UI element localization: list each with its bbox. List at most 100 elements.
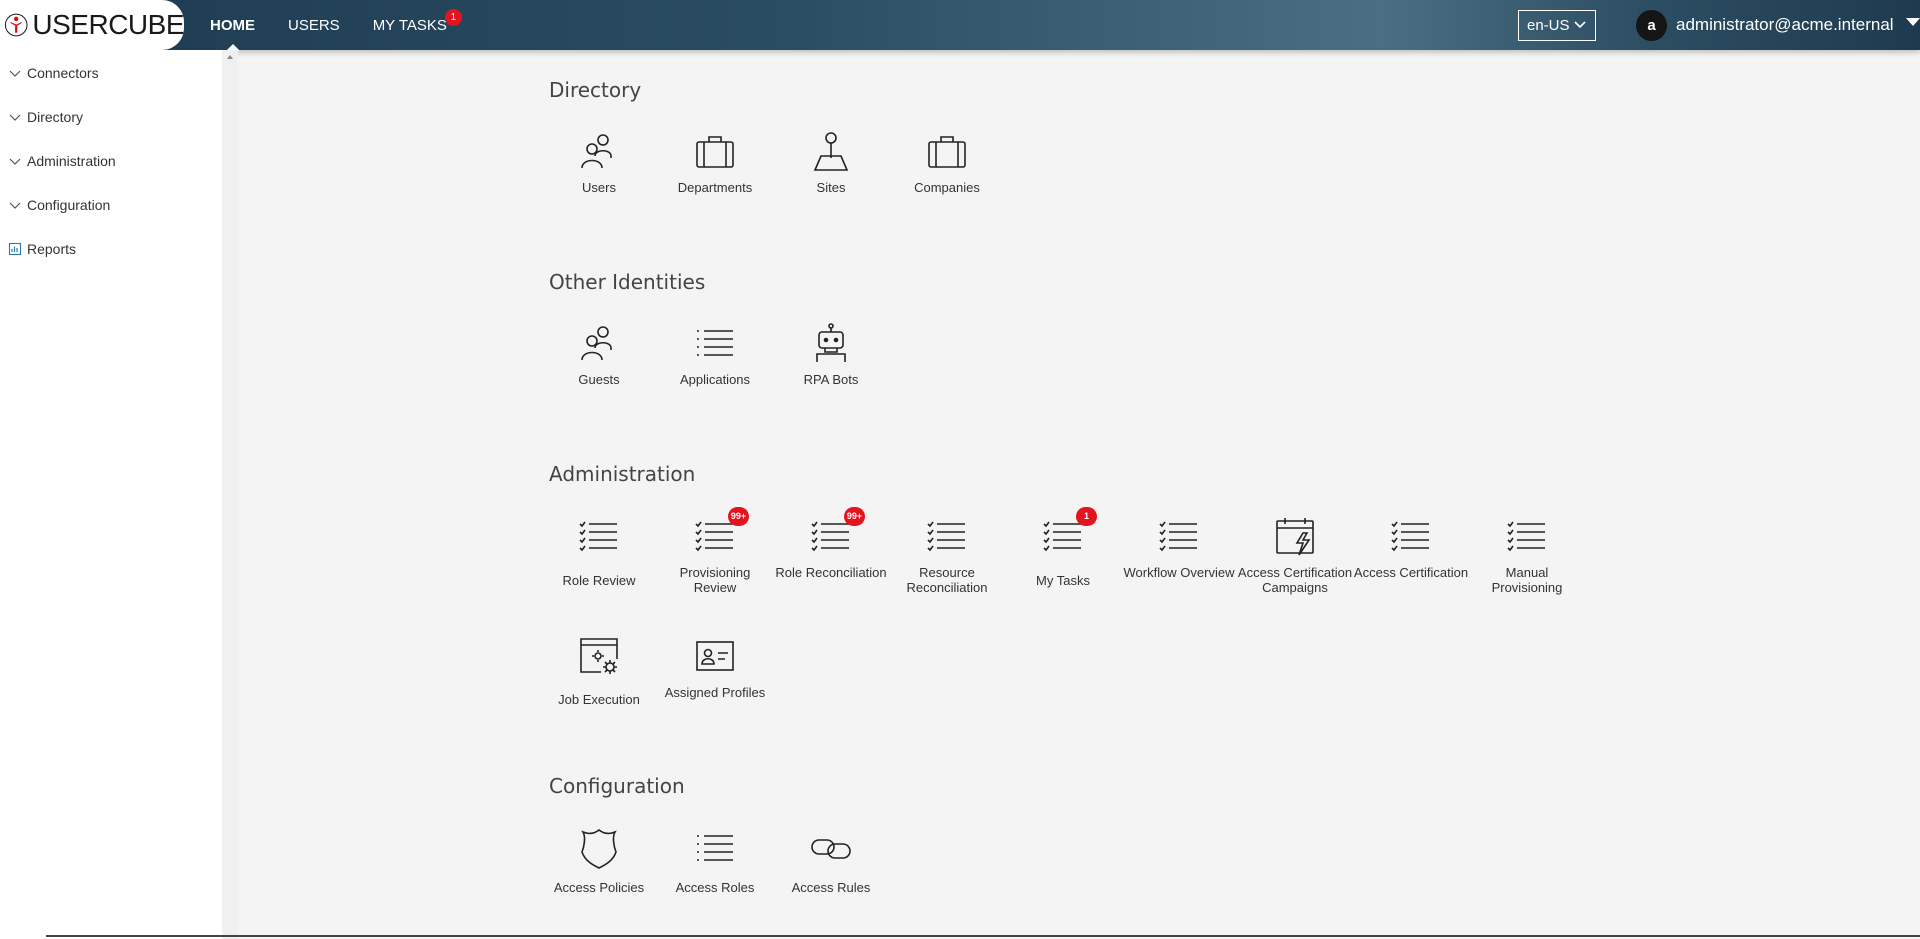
list-icon — [697, 330, 733, 356]
tile-assigned-profiles[interactable]: Assigned Profiles — [657, 635, 773, 700]
sidebar-item-label: Reports — [27, 241, 77, 257]
language-select[interactable]: en-US — [1518, 10, 1596, 41]
chevron-down-icon — [9, 114, 21, 121]
brand-name: USERCUBE — [32, 9, 184, 40]
checklist-icon — [1391, 521, 1429, 552]
list-icon — [697, 835, 733, 861]
caret-down-icon — [1905, 18, 1920, 26]
tile-label: Provisioning Review — [679, 565, 751, 595]
checklist-icon — [1507, 521, 1545, 552]
report-icon — [8, 242, 22, 256]
nav-my-tasks[interactable]: MY TASKS 1 — [372, 0, 462, 50]
calendar-bolt-icon — [1276, 518, 1314, 556]
chevron-down-icon — [1574, 21, 1586, 29]
bottom-divider — [46, 935, 1920, 937]
window-gears-icon — [580, 638, 618, 674]
count-badge: 1 — [1076, 507, 1097, 526]
tile-label: Users — [582, 180, 616, 195]
sidebar-item-administration[interactable]: Administration — [8, 149, 116, 173]
briefcase-icon — [696, 136, 734, 168]
users-icon — [581, 326, 612, 361]
tile-label: Workflow Overview — [1123, 565, 1235, 580]
sidebar-item-directory[interactable]: Directory — [8, 105, 83, 129]
chevron-down-icon — [9, 70, 21, 77]
robot-icon — [816, 323, 846, 362]
tile-applications[interactable]: Applications — [657, 322, 773, 387]
tile-label: Resource Reconciliation — [906, 565, 988, 595]
tile-access-rules[interactable]: Access Rules — [773, 827, 889, 895]
scroll-up-arrow-icon[interactable] — [227, 55, 233, 59]
tile-label: Manual Provisioning — [1491, 565, 1563, 595]
tile-label: Applications — [679, 372, 751, 387]
usercube-logo-icon — [4, 13, 28, 37]
section-title-directory: Directory — [549, 78, 642, 102]
tile-departments[interactable]: Departments — [657, 130, 773, 195]
checklist-icon — [579, 521, 617, 552]
my-tasks-count-badge: 1 — [444, 9, 462, 26]
tile-access-policies[interactable]: Access Policies — [541, 827, 657, 895]
chevron-down-icon — [9, 158, 21, 165]
tile-resource-reconciliation[interactable]: Resource Reconciliation — [889, 515, 1005, 595]
tile-rpa-bots[interactable]: RPA Bots — [773, 322, 889, 387]
nav-home[interactable]: HOME — [210, 0, 255, 51]
user-menu[interactable]: a administrator@acme.internal — [1636, 8, 1920, 42]
sidebar — [0, 50, 222, 939]
tile-access-roles[interactable]: Access Roles — [657, 827, 773, 895]
nav-users-label: USERS — [288, 17, 340, 34]
section-title-configuration: Configuration — [549, 774, 685, 798]
sidebar-item-label: Directory — [27, 109, 84, 125]
tile-label: Access Certification Campaigns — [1237, 565, 1353, 595]
tile-access-certification[interactable]: Access Certification — [1353, 515, 1469, 580]
sidebar-item-reports[interactable]: Reports — [8, 237, 76, 261]
tile-access-certification-campaigns[interactable]: Access Certification Campaigns — [1237, 515, 1353, 595]
link-icon — [811, 839, 851, 859]
checklist-icon — [927, 521, 965, 552]
shield-icon — [581, 828, 617, 869]
tile-label: RPA Bots — [803, 372, 859, 387]
sidebar-scrollbar[interactable] — [222, 50, 238, 939]
tile-my-tasks[interactable]: 1 My Tasks — [1005, 507, 1121, 588]
tile-label: Access Policies — [553, 880, 645, 895]
tile-provisioning-review[interactable]: 99+ Provisioning Review — [657, 507, 773, 595]
tile-label: Guests — [578, 372, 620, 387]
language-value: en-US — [1527, 17, 1570, 34]
briefcase-icon — [928, 136, 966, 168]
count-badge: 99+ — [844, 507, 865, 526]
tile-label: Companies — [914, 180, 980, 195]
tile-sites[interactable]: Sites — [773, 130, 889, 195]
checklist-icon — [1159, 521, 1197, 552]
count-badge: 99+ — [728, 507, 749, 526]
map-pin-icon — [813, 132, 849, 171]
tile-job-execution[interactable]: Job Execution — [541, 635, 657, 707]
nav-my-tasks-label: MY TASKS — [372, 17, 447, 34]
tile-users[interactable]: Users — [541, 130, 657, 195]
avatar: a — [1636, 9, 1667, 41]
sidebar-item-connectors[interactable]: Connectors — [8, 61, 99, 85]
top-bar: USERCUBE HOME USERS MY TASKS 1 en-US a ad… — [0, 0, 1920, 51]
tile-role-reconciliation[interactable]: 99+ Role Reconciliation — [773, 507, 889, 580]
users-icon — [581, 134, 612, 169]
tile-companies[interactable]: Companies — [889, 130, 1005, 195]
sidebar-item-label: Administration — [27, 153, 116, 169]
main-nav: HOME USERS MY TASKS 1 — [210, 0, 480, 51]
tile-workflow-overview[interactable]: Workflow Overview — [1121, 515, 1237, 580]
brand-logo[interactable]: USERCUBE — [0, 0, 184, 50]
nav-users[interactable]: USERS — [288, 0, 340, 50]
user-name: administrator@acme.internal — [1676, 15, 1894, 34]
tile-label: Departments — [677, 180, 753, 195]
sidebar-item-configuration[interactable]: Configuration — [8, 193, 110, 217]
section-title-other-identities: Other Identities — [549, 270, 706, 294]
tile-manual-provisioning[interactable]: Manual Provisioning — [1469, 515, 1585, 595]
tile-label: Access Roles — [675, 880, 755, 895]
tile-label: Access Certification — [1353, 565, 1469, 580]
sidebar-item-label: Configuration — [27, 197, 111, 213]
chevron-down-icon — [9, 202, 21, 209]
tile-label: Job Execution — [558, 692, 640, 707]
tile-label: Sites — [816, 180, 846, 195]
tile-role-review[interactable]: Role Review — [541, 515, 657, 588]
tile-label: Role Reconciliation — [775, 565, 887, 580]
tile-label: Access Rules — [791, 880, 871, 895]
tile-label: My Tasks — [1036, 573, 1090, 588]
id-card-icon — [696, 641, 734, 671]
tile-guests[interactable]: Guests — [541, 322, 657, 387]
